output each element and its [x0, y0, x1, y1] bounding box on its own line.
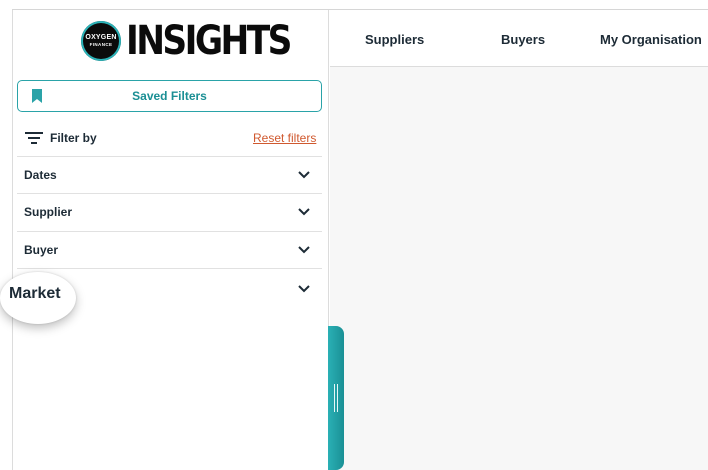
nav-buyers[interactable]: Buyers — [501, 32, 545, 47]
app-wordmark: INSIGHTS — [126, 18, 292, 64]
resize-grip-icon — [334, 384, 338, 412]
filter-icon — [25, 132, 43, 144]
chevron-down-icon — [298, 171, 310, 179]
facet-label: Buyer — [24, 243, 59, 257]
facet-dates[interactable]: Dates — [17, 156, 322, 193]
facet-buyer[interactable]: Buyer — [17, 231, 322, 268]
saved-filters-label: Saved Filters — [132, 89, 207, 103]
sidebar-resize-handle[interactable] — [328, 326, 344, 470]
chevron-down-icon — [298, 246, 310, 254]
nav-my-organisation[interactable]: My Organisation — [600, 32, 702, 47]
bookmark-icon — [32, 89, 42, 103]
filter-sidebar: OXYGEN FINANCE INSIGHTS Saved Filters Fi… — [12, 10, 329, 470]
oxygen-finance-badge: OXYGEN FINANCE — [81, 21, 121, 61]
top-navigation: Suppliers Buyers My Organisation — [330, 10, 708, 67]
facet-market-label[interactable]: Market — [9, 285, 61, 303]
facet-label: Supplier — [24, 205, 73, 219]
nav-suppliers[interactable]: Suppliers — [365, 32, 424, 47]
main-content-area — [330, 67, 708, 470]
facet-label: Dates — [24, 168, 57, 182]
chevron-down-icon — [298, 285, 310, 293]
filter-by-label: Filter by — [50, 131, 97, 145]
facet-supplier[interactable]: Supplier — [17, 193, 322, 230]
reset-filters-link[interactable]: Reset filters — [253, 131, 316, 145]
chevron-down-icon — [298, 208, 310, 216]
saved-filters-button[interactable]: Saved Filters — [17, 80, 322, 112]
app-logo[interactable]: OXYGEN FINANCE INSIGHTS — [81, 18, 316, 64]
filter-by-header: Filter by — [25, 131, 97, 145]
